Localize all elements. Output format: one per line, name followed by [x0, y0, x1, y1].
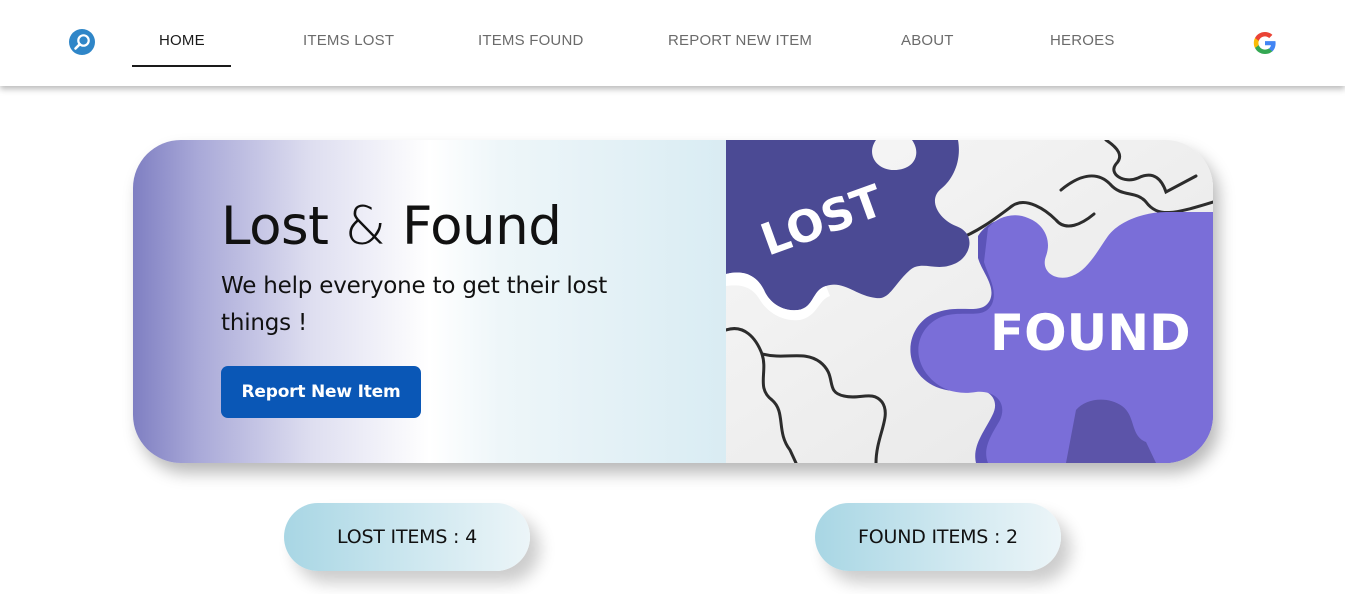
lost-items-counter: LOST ITEMS : 4 — [284, 503, 530, 571]
hero-text-panel: Lost & Found We help everyone to get the… — [133, 140, 726, 463]
nav-active-underline — [132, 65, 231, 67]
hero-banner: Lost & Found We help everyone to get the… — [133, 140, 1213, 463]
nav-report-new-item[interactable]: REPORT NEW ITEM — [668, 32, 812, 52]
hero-title-found: Found — [401, 196, 562, 257]
found-items-counter: FOUND ITEMS : 2 — [815, 503, 1061, 571]
puzzle-found-text: FOUND — [990, 304, 1191, 362]
lost-found-puzzle-image: LOST FOUND — [724, 140, 1213, 463]
hero-title-lost: Lost — [221, 196, 329, 257]
nav-home[interactable]: HOME — [159, 32, 205, 52]
hero-title-ampersand: & — [344, 196, 386, 257]
nav-items-found[interactable]: ITEMS FOUND — [478, 32, 584, 52]
nav-items-lost[interactable]: ITEMS LOST — [303, 32, 394, 52]
nav-about[interactable]: ABOUT — [901, 32, 954, 52]
top-navbar: HOME ITEMS LOST ITEMS FOUND REPORT NEW I… — [0, 0, 1345, 86]
google-g-icon[interactable] — [1250, 28, 1280, 58]
report-new-item-button[interactable]: Report New Item — [221, 366, 421, 418]
hero-title: Lost & Found — [221, 196, 562, 257]
hero-subtitle: We help everyone to get their lost thing… — [221, 273, 608, 336]
search-magnifier-icon[interactable] — [69, 29, 95, 55]
nav-heroes[interactable]: HEROES — [1050, 32, 1115, 52]
